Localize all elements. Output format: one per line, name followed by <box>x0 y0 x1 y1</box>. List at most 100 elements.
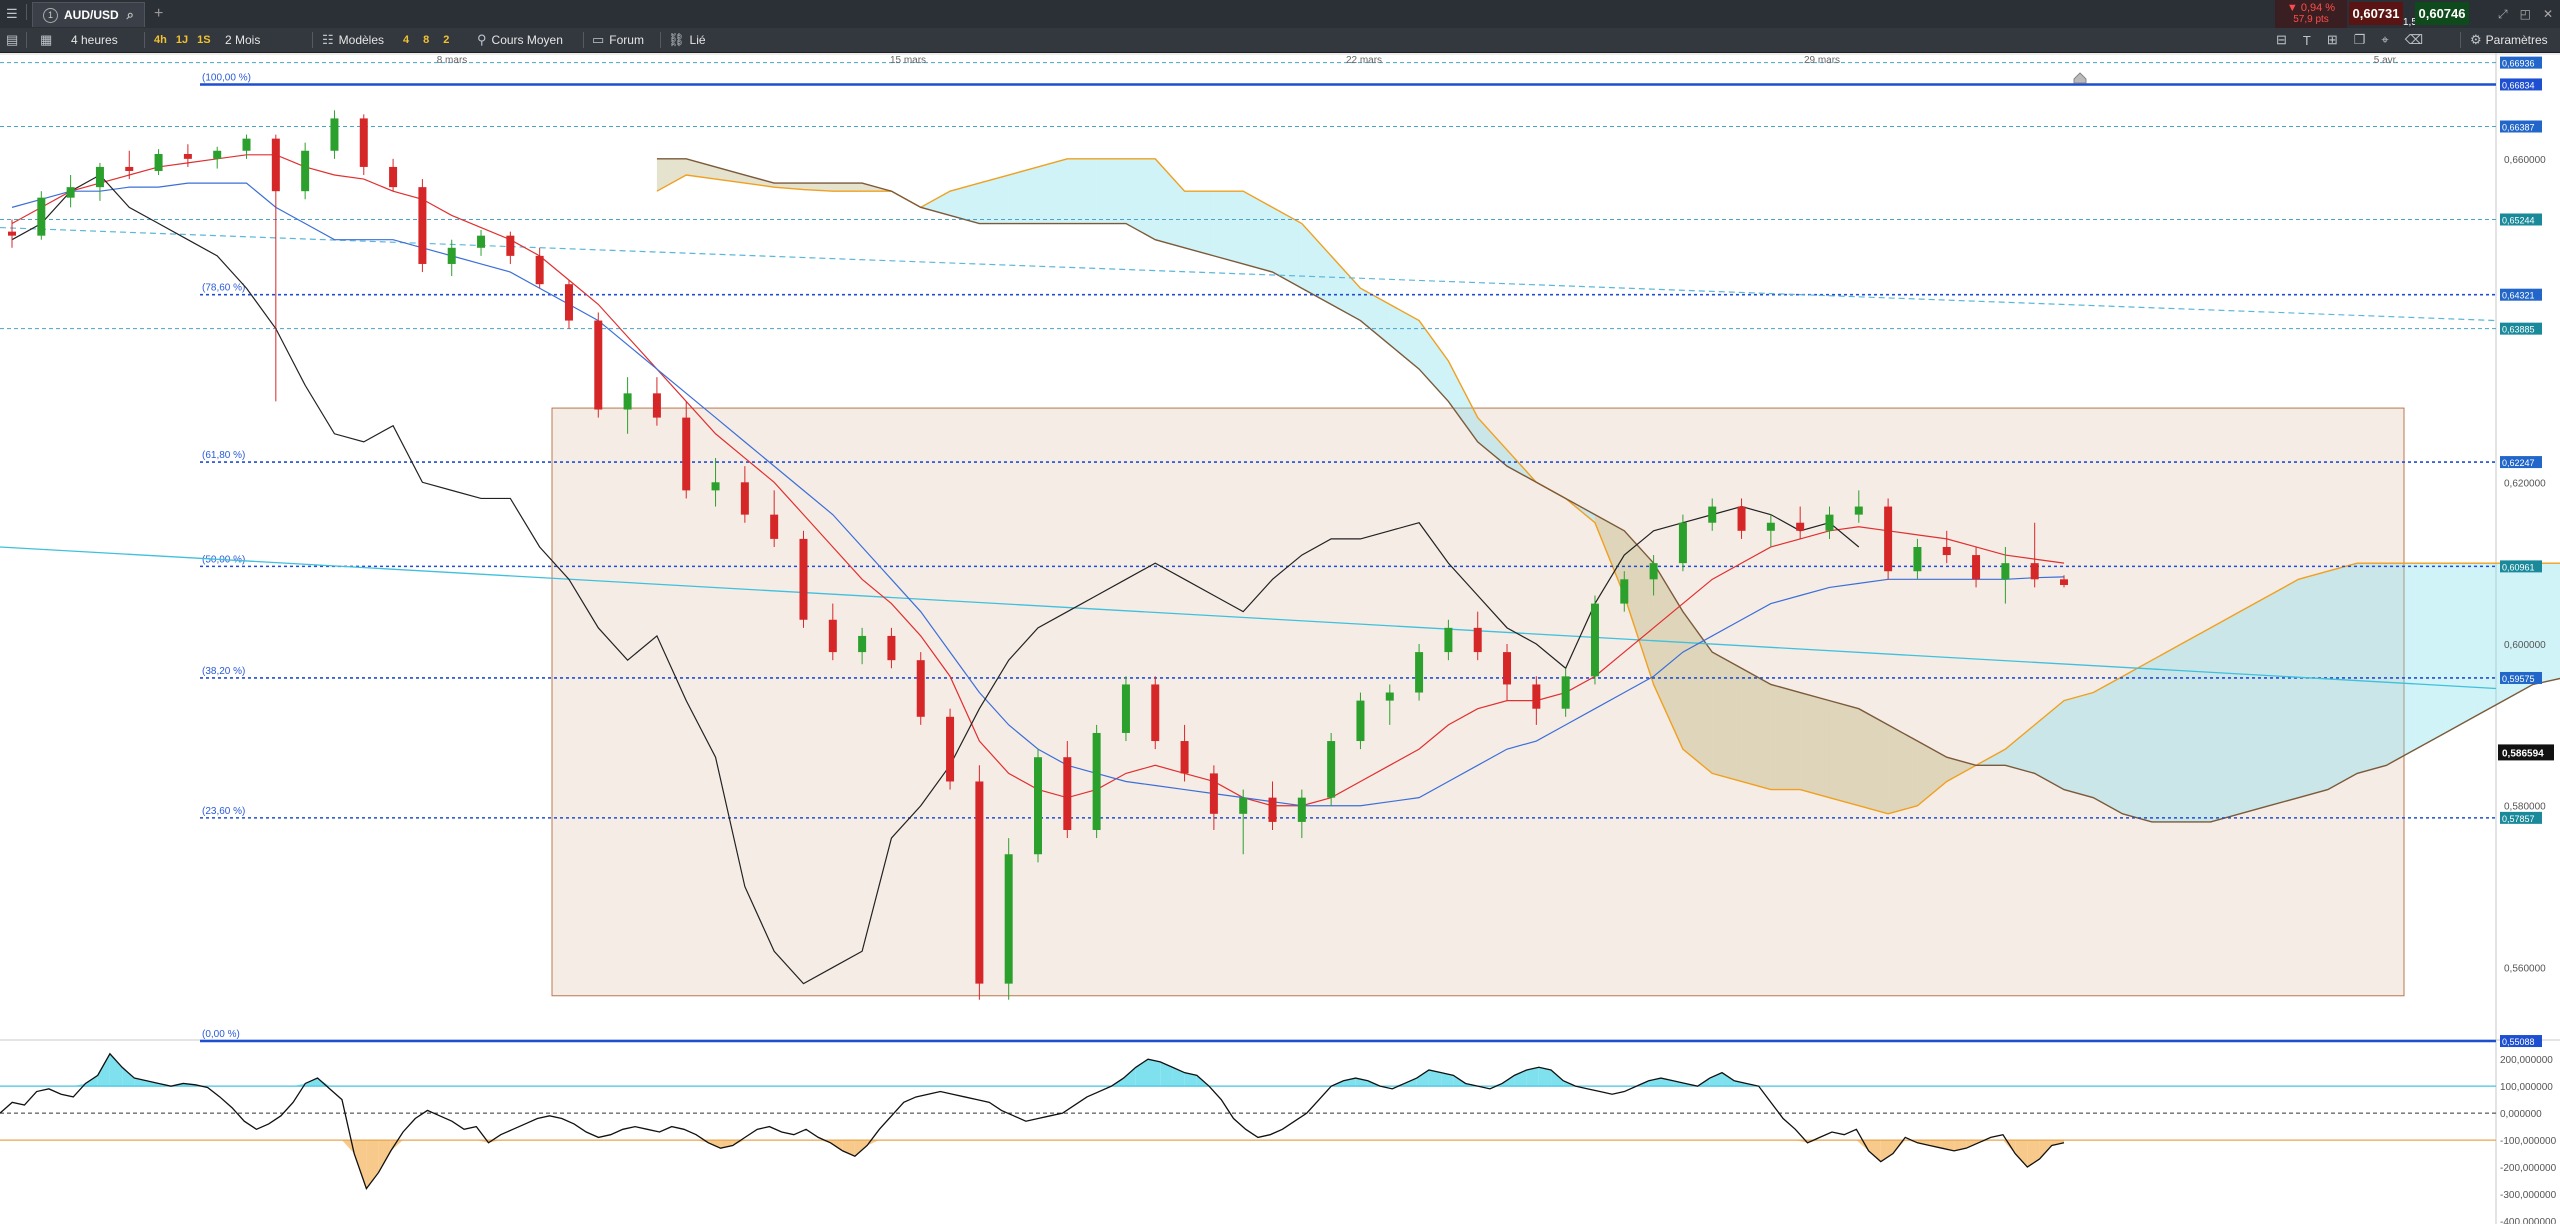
cloud-segment <box>1800 692 1830 798</box>
cloud-segment <box>832 183 863 192</box>
chart-area[interactable]: (100,00 %)(78,60 %)(61,80 %)(50,00 %)(38… <box>0 53 2560 1227</box>
candle-body <box>1297 797 1306 822</box>
candle-body <box>1385 692 1394 701</box>
candle <box>1327 732 1336 806</box>
minimize-icon[interactable]: ⤢ <box>2498 7 2508 22</box>
gear-icon: ⚙ <box>2470 32 2482 47</box>
candle-body <box>623 393 632 410</box>
chart-type-icon[interactable]: ▦ <box>40 28 52 52</box>
candle-body <box>506 235 515 256</box>
candle-body <box>1678 522 1687 564</box>
templates-button[interactable]: ☷ Modèles <box>322 28 384 52</box>
fib-level-label: (78,60 %) <box>202 283 245 294</box>
cci-tick-label: 0,000000 <box>2500 1109 2542 1120</box>
crosshair-icon[interactable]: ⌖ <box>2381 32 2388 48</box>
candle-body <box>1737 506 1746 531</box>
candle-body <box>946 716 955 782</box>
search-icon[interactable]: ⌕ <box>127 7 134 23</box>
cloud-segment <box>2445 563 2475 733</box>
copy-icon[interactable]: ❐ <box>2354 32 2366 48</box>
candle-body <box>447 247 456 264</box>
link-button[interactable]: ⛓ Lié <box>668 28 706 52</box>
price-level-tag: 0,64321 <box>2500 288 2542 301</box>
candle <box>946 708 955 790</box>
eraser-icon[interactable]: ⌫ <box>2405 32 2423 48</box>
time-tick-label: 8 mars <box>437 55 468 66</box>
candle-body <box>1766 522 1775 531</box>
average-price-button[interactable]: ⚲ Cours Moyen <box>477 28 563 52</box>
time-tick-label: 15 mars <box>890 55 926 66</box>
price-level-tag: 0,63885 <box>2500 322 2542 335</box>
templates-label: Modèles <box>338 33 385 47</box>
fibonacci-icon[interactable]: ⊞ <box>2327 32 2338 48</box>
forum-button[interactable]: ▭ Forum <box>592 28 644 52</box>
tf-button-1s[interactable]: 1S <box>197 34 210 46</box>
candle-body <box>66 187 75 198</box>
tf-button-4h[interactable]: 4h <box>154 34 167 46</box>
candle <box>916 652 925 725</box>
cloud-segment <box>2122 660 2152 822</box>
price-level-tag-text: 0,65244 <box>2502 215 2535 225</box>
text-tool-icon[interactable]: T <box>2303 33 2311 48</box>
cloud-segment <box>1712 652 1742 782</box>
candle-body <box>1444 627 1453 653</box>
candle-body <box>1268 797 1277 822</box>
candle-body <box>682 417 691 491</box>
price-level-tag: 0,66834 <box>2500 78 2542 91</box>
forum-icon: ▭ <box>592 32 605 47</box>
candle <box>1034 749 1042 863</box>
restore-icon[interactable]: ◰ <box>2520 7 2531 21</box>
cloud-segment <box>1858 708 1889 814</box>
price-level-tag-text: 0,60961 <box>2502 562 2535 572</box>
cloud-segment <box>2181 627 2211 822</box>
candle-body <box>359 118 368 167</box>
candle <box>1884 498 1893 580</box>
order-icon[interactable]: ⊟ <box>2276 32 2287 48</box>
cloud-segment <box>2269 579 2299 806</box>
layout-icon[interactable]: ▤ <box>6 28 18 52</box>
cci-overbought-fill <box>1148 1059 1161 1087</box>
price-level-tag: 0,57857 <box>2500 811 2542 824</box>
hamburger-icon[interactable]: ☰ <box>6 0 18 28</box>
price-tick-label: 0,560000 <box>2504 963 2546 974</box>
ask-price-button[interactable]: 0,60746 <box>2415 2 2469 25</box>
price-tick-label: 0,600000 <box>2504 640 2546 651</box>
range-select[interactable]: 2 Mois <box>225 28 260 52</box>
cloud-segment <box>2064 692 2094 798</box>
candle-body <box>1796 522 1805 531</box>
candle-body <box>1913 546 1922 572</box>
instrument-name: AUD/USD <box>64 8 119 22</box>
bid-price-button[interactable]: 0,60731 <box>2349 2 2403 25</box>
tab-instrument[interactable]: 1 AUD/USD ⌕ <box>32 2 145 27</box>
close-icon[interactable]: ✕ <box>2543 7 2553 21</box>
cloud-segment <box>1038 158 1068 224</box>
fib-level-label: (61,80 %) <box>202 450 245 461</box>
candle-body <box>389 166 398 188</box>
candle <box>1415 644 1424 701</box>
cloud-segment <box>2415 563 2446 750</box>
template-count-1[interactable]: 4 <box>403 34 409 46</box>
cloud-segment <box>2210 611 2240 822</box>
candle <box>1121 676 1130 742</box>
candle <box>799 530 808 628</box>
fib-level-label: (100,00 %) <box>202 72 251 83</box>
price-level-tag: 0,66387 <box>2500 120 2542 133</box>
candle-body <box>535 255 544 285</box>
candle-body <box>594 320 603 410</box>
template-count-3[interactable]: 2 <box>443 34 449 46</box>
cloud-segment <box>1829 700 1859 806</box>
candle-body <box>1972 555 1981 580</box>
add-tab-button[interactable]: + <box>154 0 163 28</box>
candle-body <box>95 166 104 188</box>
template-count-2[interactable]: 8 <box>423 34 429 46</box>
timeframe-select[interactable]: 4 heures <box>71 28 118 52</box>
tf-button-1j[interactable]: 1J <box>176 34 188 46</box>
settings-button[interactable]: ⚙ Paramètres <box>2470 28 2548 52</box>
cloud-segment <box>2239 595 2270 814</box>
candle-body <box>242 138 251 151</box>
candle-body <box>1884 506 1893 572</box>
candle-body <box>2030 563 2039 580</box>
price-tick-label: 0,620000 <box>2504 478 2546 489</box>
price-chart[interactable]: (100,00 %)(78,60 %)(61,80 %)(50,00 %)(38… <box>0 53 2560 1227</box>
settings-label: Paramètres <box>2485 33 2548 47</box>
